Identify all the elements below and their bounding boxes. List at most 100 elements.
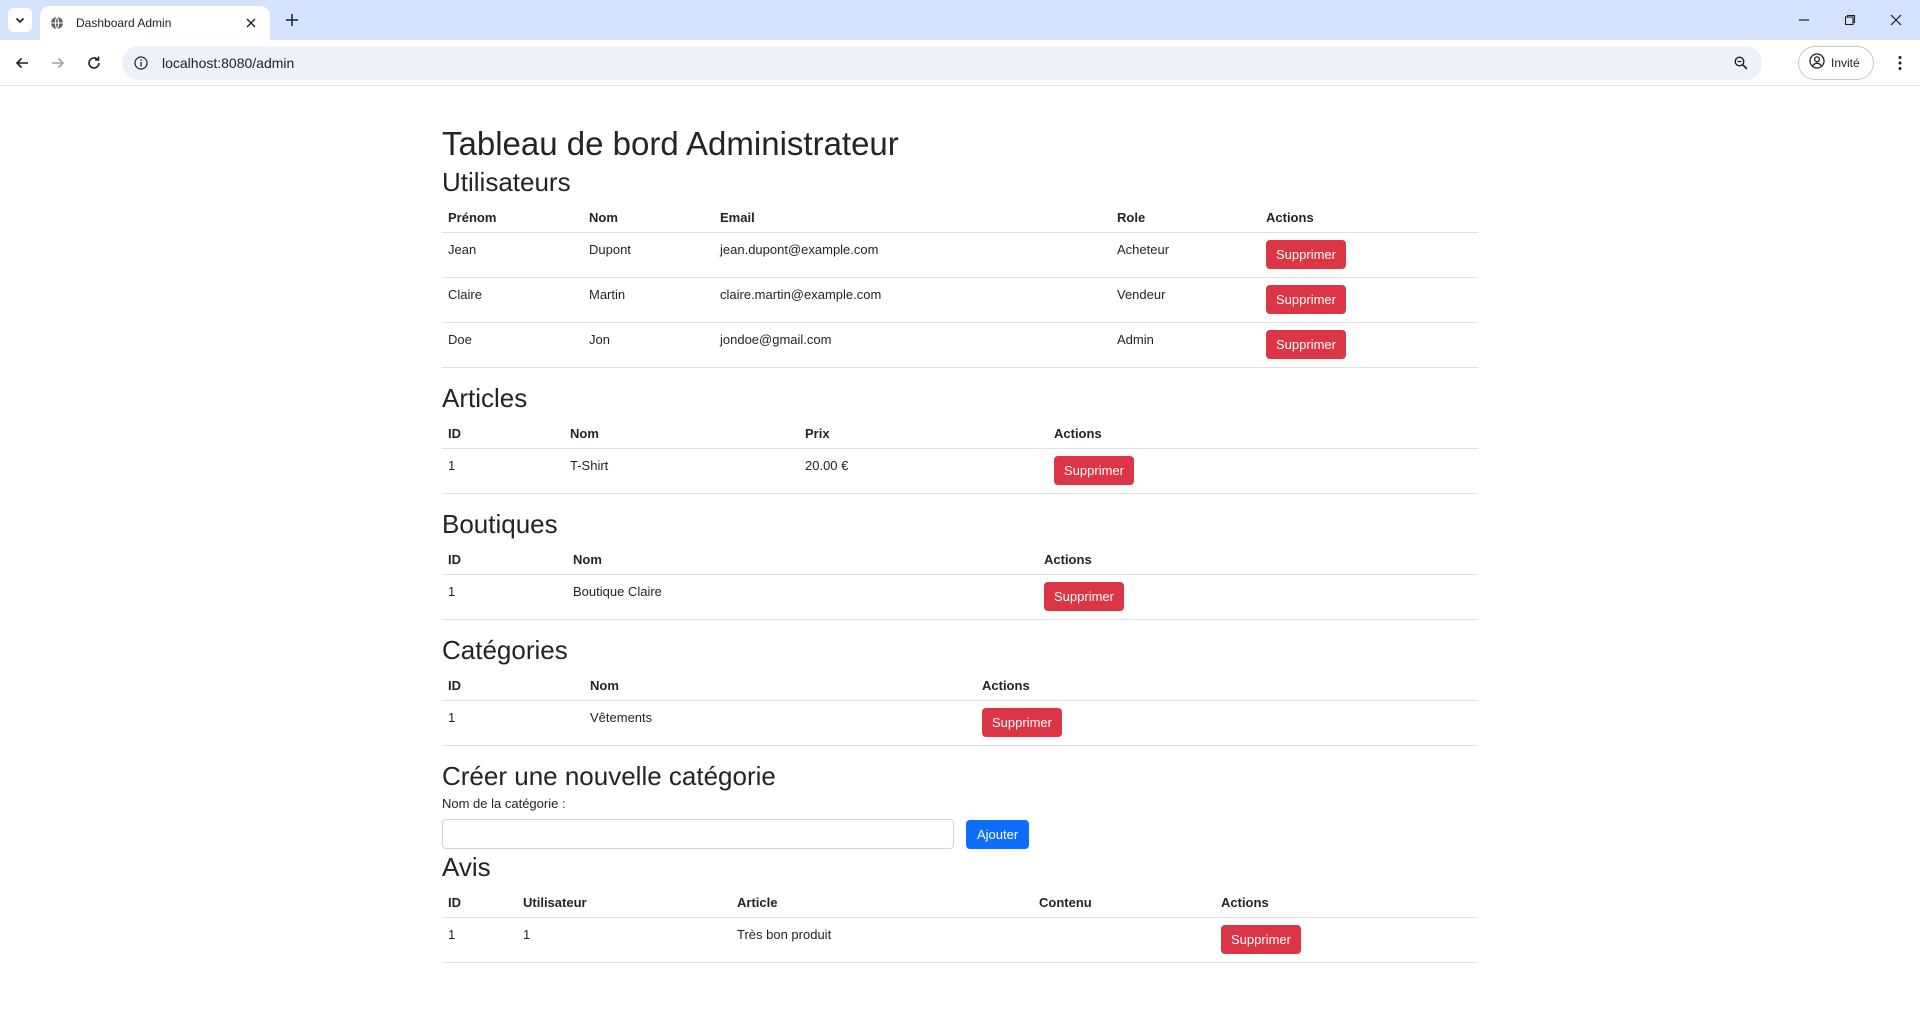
table-row: Doe Jon jondoe@gmail.com Admin Supprimer <box>442 322 1478 368</box>
table-header-row: ID Nom Actions <box>442 540 1478 575</box>
article-nom: T-Shirt <box>564 448 799 494</box>
column-header: ID <box>442 414 564 449</box>
column-header: Utilisateur <box>517 883 731 918</box>
column-header: Article <box>731 883 1033 918</box>
column-header: ID <box>442 540 567 575</box>
user-nom: Dupont <box>583 232 714 278</box>
user-email: jean.dupont@example.com <box>714 232 1111 278</box>
minimize-icon[interactable] <box>1792 8 1816 32</box>
avis-section: Avis ID Utilisateur Article Contenu Acti… <box>442 851 1478 963</box>
actions-cell: Supprimer <box>1260 322 1478 368</box>
column-header: Actions <box>1215 883 1478 918</box>
avis-article: Très bon produit <box>731 917 1033 963</box>
user-nom: Martin <box>583 277 714 323</box>
delete-boutique-button[interactable]: Supprimer <box>1044 582 1124 611</box>
actions-cell: Supprimer <box>976 700 1478 746</box>
categories-heading: Catégories <box>442 635 568 665</box>
user-email: claire.martin@example.com <box>714 277 1111 323</box>
boutique-id: 1 <box>442 574 567 620</box>
delete-user-button[interactable]: Supprimer <box>1266 240 1346 269</box>
more-menu-icon[interactable] <box>1888 51 1912 75</box>
articles-section: Articles ID Nom Prix Actions 1 T-Shirt 2… <box>442 382 1478 494</box>
column-header: Prénom <box>442 198 583 233</box>
column-header: Role <box>1111 198 1260 233</box>
avis-id: 1 <box>442 917 517 963</box>
add-category-button[interactable]: Ajouter <box>966 819 1030 849</box>
browser-tab[interactable]: Dashboard Admin <box>40 6 270 40</box>
user-prenom: Claire <box>442 277 583 323</box>
address-bar[interactable]: localhost:8080/admin <box>122 46 1762 80</box>
table-row: 1 T-Shirt 20.00 € Supprimer <box>442 448 1478 494</box>
avis-contenu <box>1033 917 1215 963</box>
column-header: Nom <box>567 540 1038 575</box>
profile-button[interactable]: Invité <box>1798 46 1874 80</box>
avis-table: ID Utilisateur Article Contenu Actions 1… <box>442 883 1478 963</box>
profile-avatar-icon <box>1809 52 1825 74</box>
category-id: 1 <box>442 700 584 746</box>
avis-heading: Avis <box>442 852 491 882</box>
table-row: Jean Dupont jean.dupont@example.com Ache… <box>442 232 1478 278</box>
column-header: Prix <box>799 414 1048 449</box>
actions-cell: Supprimer <box>1260 232 1478 278</box>
zoom-icon[interactable] <box>1732 54 1750 72</box>
article-prix: 20.00 € <box>799 448 1048 494</box>
globe-icon <box>50 15 66 31</box>
articles-table: ID Nom Prix Actions 1 T-Shirt 20.00 € Su… <box>442 414 1478 494</box>
new-tab-plus-icon[interactable] <box>282 10 302 30</box>
delete-user-button[interactable]: Supprimer <box>1266 285 1346 314</box>
column-header: Actions <box>1048 414 1478 449</box>
users-section: Utilisateurs Prénom Nom Email Role Actio… <box>442 166 1478 368</box>
category-nom: Vêtements <box>584 700 976 746</box>
user-prenom: Doe <box>442 322 583 368</box>
delete-avis-button[interactable]: Supprimer <box>1221 925 1301 954</box>
boutiques-heading: Boutiques <box>442 509 558 539</box>
delete-article-button[interactable]: Supprimer <box>1054 456 1134 485</box>
column-header: Nom <box>564 414 799 449</box>
column-header: Nom <box>584 666 976 701</box>
chevron-down-icon <box>15 17 25 24</box>
window-close-icon[interactable] <box>1884 8 1908 32</box>
boutiques-section: Boutiques ID Nom Actions 1 Boutique Clai… <box>442 508 1478 620</box>
articles-heading: Articles <box>442 383 528 413</box>
delete-user-button[interactable]: Supprimer <box>1266 330 1346 359</box>
page-title: Tableau de bord Administrateur <box>442 125 899 162</box>
article-id: 1 <box>442 448 564 494</box>
browser-tabstrip: Dashboard Admin <box>0 0 1920 40</box>
column-header: Nom <box>583 198 714 233</box>
column-header: Contenu <box>1033 883 1215 918</box>
column-header: Email <box>714 198 1111 233</box>
tab-title: Dashboard Admin <box>76 16 172 30</box>
boutiques-table: ID Nom Actions 1 Boutique Claire Supprim… <box>442 540 1478 620</box>
tab-close-icon[interactable] <box>242 14 260 32</box>
table-header-row: ID Nom Actions <box>442 666 1478 701</box>
restore-icon[interactable] <box>1838 8 1862 32</box>
browser-toolbar: localhost:8080/admin Invité <box>0 40 1920 86</box>
forward-arrow-icon[interactable] <box>46 51 70 75</box>
admin-dashboard: Tableau de bord Administrateur Utilisate… <box>442 86 1478 963</box>
users-heading: Utilisateurs <box>442 167 571 197</box>
column-header: ID <box>442 883 517 918</box>
user-email: jondoe@gmail.com <box>714 322 1111 368</box>
table-row: Claire Martin claire.martin@example.com … <box>442 277 1478 323</box>
new-category-heading: Créer une nouvelle catégorie <box>442 761 776 791</box>
table-header-row: ID Nom Prix Actions <box>442 414 1478 449</box>
reload-icon[interactable] <box>82 51 106 75</box>
column-header: Actions <box>1038 540 1478 575</box>
actions-cell: Supprimer <box>1260 277 1478 323</box>
avis-utilisateur: 1 <box>517 917 731 963</box>
back-arrow-icon[interactable] <box>10 51 34 75</box>
category-name-input[interactable] <box>442 819 954 849</box>
url-text[interactable]: localhost:8080/admin <box>162 55 1732 71</box>
table-header-row: Prénom Nom Email Role Actions <box>442 198 1478 233</box>
column-header: ID <box>442 666 584 701</box>
site-info-icon[interactable] <box>134 55 150 71</box>
user-role: Admin <box>1111 322 1260 368</box>
actions-cell: Supprimer <box>1215 917 1478 963</box>
table-header-row: ID Utilisateur Article Contenu Actions <box>442 883 1478 918</box>
user-prenom: Jean <box>442 232 583 278</box>
tab-search-button[interactable] <box>8 8 32 32</box>
delete-category-button[interactable]: Supprimer <box>982 708 1062 737</box>
users-table: Prénom Nom Email Role Actions Jean Dupon… <box>442 198 1478 368</box>
user-role: Acheteur <box>1111 232 1260 278</box>
user-role: Vendeur <box>1111 277 1260 323</box>
